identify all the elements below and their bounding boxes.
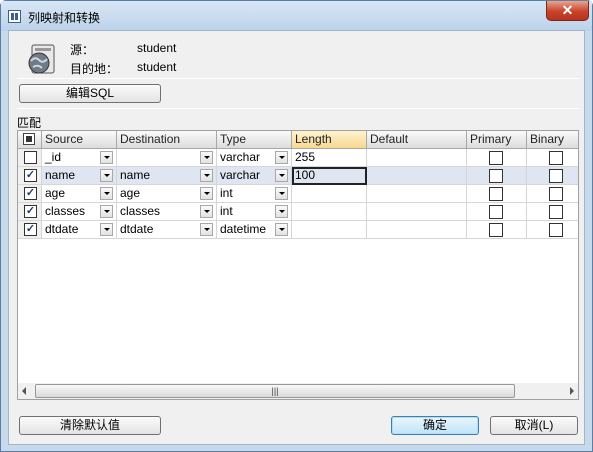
row-checkbox[interactable]: ✓ xyxy=(24,205,37,218)
source-cell: name xyxy=(45,168,76,182)
dropdown-arrow-icon[interactable] xyxy=(100,187,113,200)
destination-cell: name xyxy=(120,168,151,182)
primary-checkbox[interactable] xyxy=(489,169,503,183)
ok-button[interactable]: 确定 xyxy=(391,416,479,435)
cancel-button[interactable]: 取消(L) xyxy=(490,416,578,435)
title-bar[interactable]: 列映射和转换 ✕ xyxy=(1,1,592,31)
dropdown-arrow-icon[interactable] xyxy=(200,187,213,200)
dropdown-arrow-icon[interactable] xyxy=(100,205,113,218)
primary-checkbox[interactable] xyxy=(489,223,503,237)
table-row[interactable]: ✓ name name varchar 100 xyxy=(18,167,578,185)
source-cell: age xyxy=(45,186,66,200)
clear-defaults-button[interactable]: 清除默认值 xyxy=(19,416,161,435)
header-primary[interactable]: Primary xyxy=(467,131,527,149)
header-destination[interactable]: Destination xyxy=(117,131,217,149)
length-cell[interactable]: 255 xyxy=(292,149,367,167)
header-source[interactable]: Source xyxy=(42,131,117,149)
table-icon xyxy=(8,10,21,23)
type-cell: int xyxy=(220,186,233,200)
source-cell: classes xyxy=(45,204,86,218)
source-label: 源： xyxy=(70,43,95,57)
destination-cell: dtdate xyxy=(120,222,154,236)
header-type[interactable]: Type xyxy=(217,131,292,149)
source-cell: dtdate xyxy=(45,222,79,236)
default-cell[interactable] xyxy=(367,185,467,203)
primary-checkbox[interactable] xyxy=(489,187,503,201)
length-cell-editing[interactable]: 100 xyxy=(292,167,367,185)
dropdown-arrow-icon[interactable] xyxy=(200,169,213,182)
separator xyxy=(17,108,579,109)
default-cell[interactable] xyxy=(367,221,467,239)
row-checkbox[interactable] xyxy=(24,151,37,164)
window-title: 列映射和转换 xyxy=(28,11,101,25)
default-cell[interactable] xyxy=(367,167,467,185)
scroll-thumb[interactable]: ||| xyxy=(35,384,515,398)
binary-checkbox[interactable] xyxy=(549,223,563,237)
binary-checkbox[interactable] xyxy=(549,205,563,219)
primary-checkbox[interactable] xyxy=(489,151,503,165)
destination-cell: age xyxy=(120,186,141,200)
select-all-checkbox[interactable] xyxy=(23,133,35,145)
dropdown-arrow-icon[interactable] xyxy=(275,205,288,218)
target-label: 目的地： xyxy=(70,62,119,76)
destination-cell: classes xyxy=(120,204,161,218)
dropdown-arrow-icon[interactable] xyxy=(100,151,113,164)
horizontal-scrollbar[interactable]: ||| xyxy=(18,383,578,399)
select-all-header[interactable] xyxy=(18,131,42,149)
source-cell: _id xyxy=(45,150,62,164)
dropdown-arrow-icon[interactable] xyxy=(275,151,288,164)
dropdown-arrow-icon[interactable] xyxy=(275,223,288,236)
scroll-left-icon[interactable] xyxy=(22,387,26,395)
dropdown-arrow-icon[interactable] xyxy=(275,187,288,200)
database-icon xyxy=(28,44,55,74)
separator xyxy=(17,78,579,79)
type-cell: datetime xyxy=(220,222,267,236)
table-row[interactable]: ✓ age age int xyxy=(18,185,578,203)
dropdown-arrow-icon[interactable] xyxy=(200,205,213,218)
binary-checkbox[interactable] xyxy=(549,151,563,165)
row-checkbox[interactable]: ✓ xyxy=(24,169,37,182)
dropdown-arrow-icon[interactable] xyxy=(100,169,113,182)
row-checkbox[interactable]: ✓ xyxy=(24,223,37,236)
dialog-window: 列映射和转换 ✕ 源： student 目的地： student 编辑SQL 匹… xyxy=(0,0,593,452)
match-group-label: 匹配 xyxy=(17,116,42,130)
type-cell: int xyxy=(220,204,233,218)
header-length[interactable]: Length xyxy=(292,131,367,149)
binary-checkbox[interactable] xyxy=(549,169,563,183)
default-cell[interactable] xyxy=(367,149,467,167)
primary-checkbox[interactable] xyxy=(489,205,503,219)
scroll-right-icon[interactable] xyxy=(570,387,574,395)
dropdown-arrow-icon[interactable] xyxy=(200,151,213,164)
dialog-body: 源： student 目的地： student 编辑SQL 匹配 Source … xyxy=(8,30,585,445)
table-row[interactable]: ✓ dtdate dtdate datetime xyxy=(18,221,578,239)
column-mapping-grid[interactable]: Source Destination Type Length Default P… xyxy=(17,130,579,400)
default-cell[interactable] xyxy=(367,203,467,221)
length-cell[interactable] xyxy=(292,185,367,203)
table-row[interactable]: _id varchar 255 xyxy=(18,149,578,167)
type-cell: varchar xyxy=(220,150,261,164)
dropdown-arrow-icon[interactable] xyxy=(275,169,288,182)
length-cell[interactable] xyxy=(292,221,367,239)
source-value: student xyxy=(137,41,177,55)
edit-sql-button[interactable]: 编辑SQL xyxy=(19,84,161,103)
header-binary[interactable]: Binary xyxy=(527,131,578,149)
close-button[interactable]: ✕ xyxy=(546,1,589,21)
dropdown-arrow-icon[interactable] xyxy=(100,223,113,236)
dropdown-arrow-icon[interactable] xyxy=(200,223,213,236)
length-cell[interactable] xyxy=(292,203,367,221)
target-value: student xyxy=(137,60,177,74)
binary-checkbox[interactable] xyxy=(549,187,563,201)
table-row[interactable]: ✓ classes classes int xyxy=(18,203,578,221)
type-cell: varchar xyxy=(220,168,261,182)
header-default[interactable]: Default xyxy=(367,131,467,149)
row-checkbox[interactable]: ✓ xyxy=(24,187,37,200)
